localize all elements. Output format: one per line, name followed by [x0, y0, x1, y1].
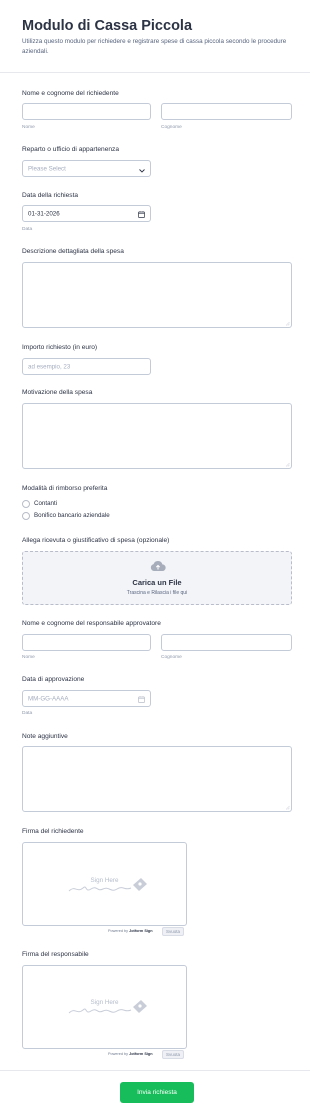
- footer-divider: [0, 1070, 310, 1071]
- cloud-upload-icon: [150, 560, 166, 572]
- manager-signature-label: Firma del responsabile: [22, 951, 89, 958]
- approval-date-input[interactable]: MM-GG-AAAA: [22, 690, 151, 707]
- approver-last-name-input[interactable]: [161, 634, 292, 651]
- clear-signature-button[interactable]: Svuota: [162, 927, 185, 936]
- powered-by-jotform-sign: Powered by Jotform Sign: [108, 929, 153, 933]
- requester-signature-pad[interactable]: Sign Here: [22, 842, 187, 926]
- reason-textarea[interactable]: [22, 403, 292, 469]
- reimbursement-label: Modalità di rimborso preferita: [22, 485, 108, 492]
- request-date-input[interactable]: 01-31-2026: [22, 205, 151, 222]
- resize-handle-icon[interactable]: [285, 805, 290, 810]
- requester-first-name-input[interactable]: [22, 103, 151, 120]
- chevron-down-icon: [139, 160, 145, 178]
- powered-by-jotform-sign: Powered by Jotform Sign: [108, 1052, 153, 1056]
- approval-date-placeholder: MM-GG-AAAA: [28, 695, 69, 702]
- notes-textarea[interactable]: [22, 746, 292, 812]
- approver-first-name-input[interactable]: [22, 634, 151, 651]
- upload-button-label[interactable]: Carica un File: [23, 578, 291, 587]
- approver-name-label: Nome e cognome del responsabile approvat…: [22, 620, 161, 627]
- form-description: Utilizza questo modulo per richiedere e …: [22, 38, 287, 55]
- manager-signature-pad[interactable]: Sign Here: [22, 965, 187, 1049]
- clear-signature-button[interactable]: Svuota: [162, 1050, 185, 1059]
- request-date-value: 01-31-2026: [28, 210, 60, 217]
- requester-name-label: Nome e cognome del richiedente: [22, 90, 119, 97]
- form-title: Modulo di Cassa Piccola: [22, 18, 193, 34]
- attachment-label: Allega ricevuta o giustificativo di spes…: [22, 537, 170, 544]
- requester-first-name-sublabel: Nome: [22, 125, 35, 130]
- resize-handle-icon[interactable]: [285, 321, 290, 326]
- requester-last-name-sublabel: Cognome: [161, 125, 182, 130]
- radio-bonifico[interactable]: [22, 512, 30, 520]
- file-upload-dropzone[interactable]: Carica un File Trascina e Rilascia i fil…: [22, 551, 292, 605]
- amount-input[interactable]: ad esempio, 23: [22, 358, 151, 375]
- submit-button[interactable]: Invia richiesta: [120, 1082, 194, 1103]
- expense-description-textarea[interactable]: [22, 262, 292, 328]
- radio-bonifico-label[interactable]: Bonifico bancario aziendale: [34, 512, 110, 519]
- requester-signature-label: Firma del richiedente: [22, 828, 84, 835]
- amount-label: Importo richiesto (in euro): [22, 344, 98, 351]
- request-date-sublabel: Data: [22, 227, 33, 232]
- department-placeholder: Please Select: [28, 165, 66, 172]
- upload-hint: Trascina e Rilascia i file qui: [126, 590, 188, 596]
- resize-handle-icon[interactable]: [285, 462, 290, 467]
- calendar-icon[interactable]: [138, 690, 145, 708]
- signature-scribble-icon: [68, 878, 147, 892]
- radio-contanti-label[interactable]: Contanti: [34, 500, 57, 507]
- approval-date-label: Data di approvazione: [22, 676, 85, 683]
- department-label: Reparto o ufficio di appartenenza: [22, 146, 120, 153]
- signature-scribble-icon: [68, 1000, 147, 1014]
- expense-description-label: Descrizione dettagliata della spesa: [22, 248, 124, 255]
- requester-last-name-input[interactable]: [161, 103, 292, 120]
- notes-label: Note aggiuntive: [22, 733, 68, 740]
- approver-last-name-sublabel: Cognome: [161, 655, 182, 660]
- calendar-icon[interactable]: [138, 205, 145, 223]
- approval-date-sublabel: Data: [22, 711, 33, 716]
- radio-contanti[interactable]: [22, 500, 30, 508]
- header-divider: [0, 72, 310, 73]
- approver-first-name-sublabel: Nome: [22, 655, 35, 660]
- reason-label: Motivazione della spesa: [22, 389, 93, 396]
- request-date-label: Data della richiesta: [22, 192, 79, 199]
- amount-placeholder: ad esempio, 23: [28, 363, 71, 370]
- department-select[interactable]: Please Select: [22, 160, 151, 177]
